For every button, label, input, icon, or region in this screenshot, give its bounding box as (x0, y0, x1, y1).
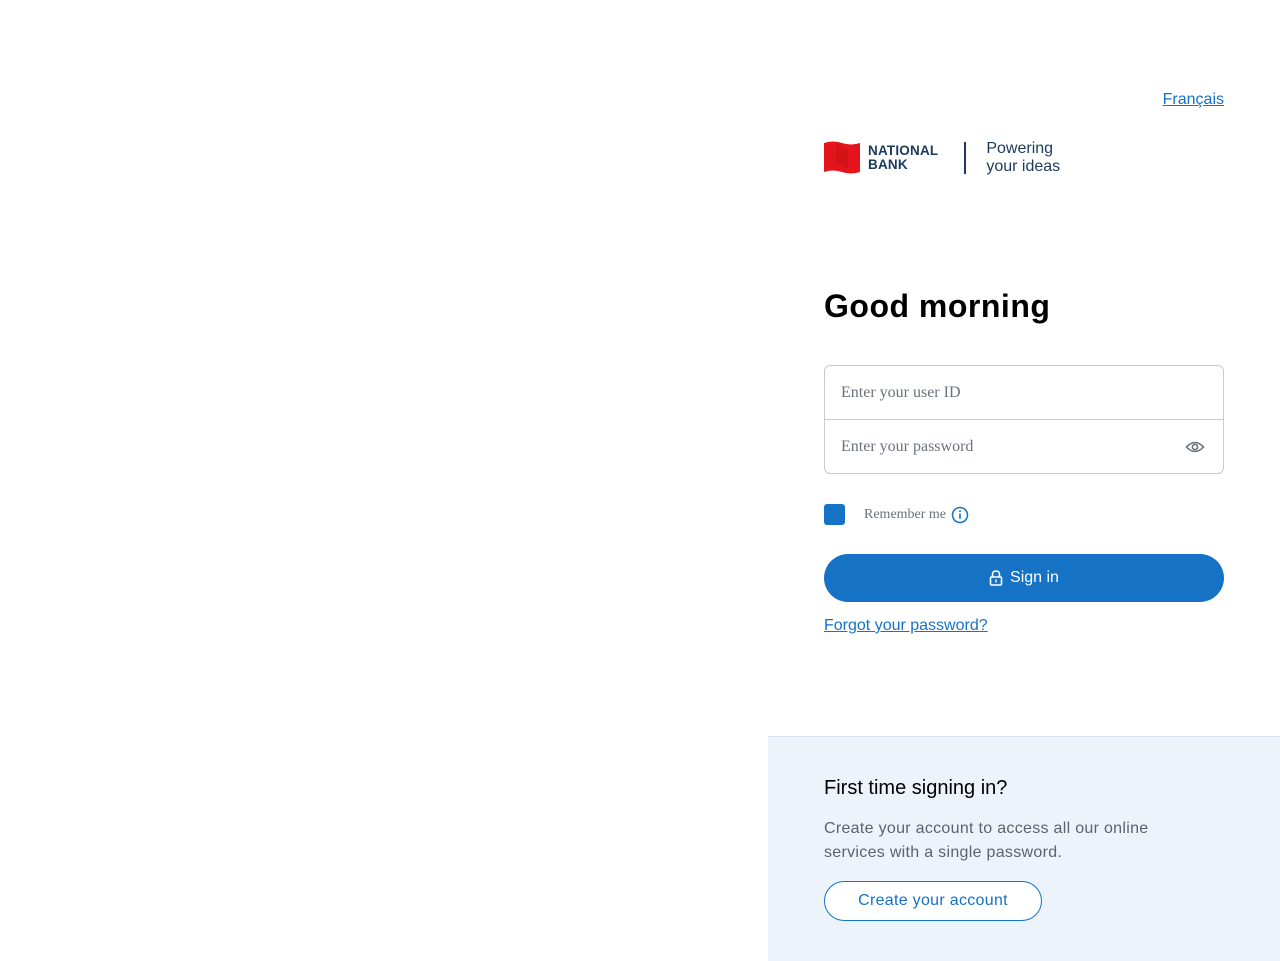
signup-panel: First time signing in? Create your accou… (768, 736, 1280, 961)
create-account-button[interactable]: Create your account (824, 881, 1042, 921)
language-toggle-link[interactable]: Français (1163, 91, 1224, 109)
logo-wordmark: NATIONAL BANK (868, 144, 938, 172)
user-id-field (825, 366, 1223, 419)
logo-line-2: BANK (868, 157, 908, 172)
brand-tagline: Powering your ideas (986, 140, 1060, 176)
greeting-heading: Good morning (824, 288, 1051, 324)
remember-me-checkbox[interactable] (824, 504, 845, 525)
eye-icon[interactable] (1185, 437, 1205, 457)
user-id-input[interactable] (825, 366, 1223, 419)
remember-me-row: Remember me (824, 504, 969, 525)
national-bank-logo[interactable]: NATIONAL BANK (824, 141, 938, 175)
credentials-box (824, 365, 1224, 474)
brand-divider (964, 142, 967, 174)
password-input[interactable] (825, 420, 1223, 473)
password-field (825, 419, 1223, 473)
lock-icon (989, 570, 1003, 586)
signup-description: Create your account to access all our on… (824, 820, 1149, 861)
tagline-line-1: Powering (986, 140, 1054, 157)
info-icon[interactable] (951, 506, 969, 524)
logo-line-1: NATIONAL (868, 143, 939, 158)
forgot-password-link[interactable]: Forgot your password? (824, 617, 988, 635)
brand-header: NATIONAL BANK Powering your ideas (824, 140, 1060, 176)
tagline-line-2: your ideas (986, 158, 1061, 175)
sign-in-button[interactable]: Sign in (824, 554, 1224, 602)
login-panel: Français NATIONAL BANK Powering your ide… (768, 0, 1280, 961)
sign-in-label: Sign in (1010, 569, 1059, 586)
flag-icon (824, 141, 860, 174)
remember-me-label: Remember me (864, 506, 947, 522)
left-background-area (0, 0, 768, 960)
signup-heading: First time signing in? (824, 777, 1008, 799)
